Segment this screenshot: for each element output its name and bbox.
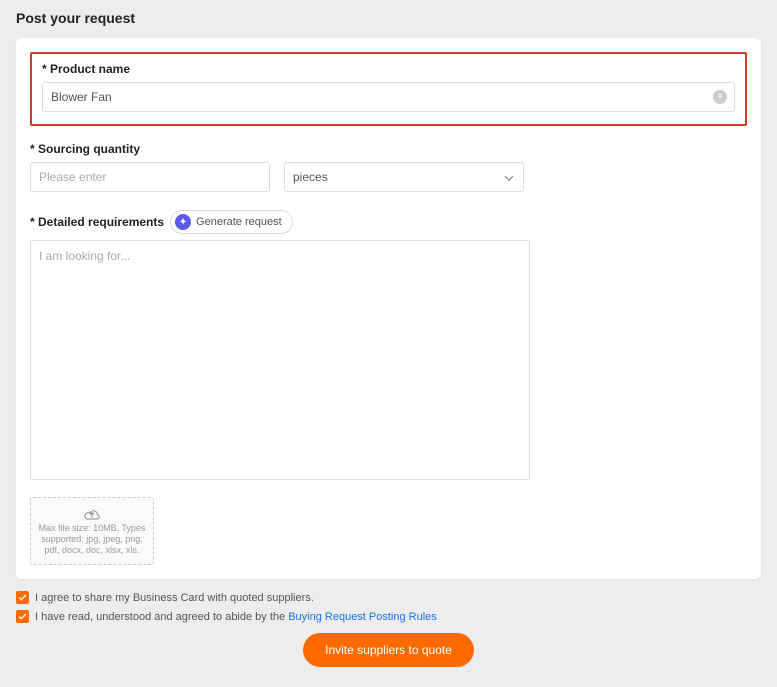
rules-checkbox[interactable] [16,610,29,623]
cloud-upload-icon [83,506,101,520]
rules-link[interactable]: Buying Request Posting Rules [288,611,437,623]
generate-request-button[interactable]: ✦ Generate request [170,210,293,234]
generate-request-label: Generate request [196,216,282,228]
clear-icon[interactable]: × [713,90,727,104]
product-name-input[interactable] [42,82,735,112]
share-card-row: I agree to share my Business Card with q… [16,591,761,604]
requirements-textarea[interactable] [30,240,530,480]
requirements-label-row: * Detailed requirements ✦ Generate reque… [30,210,747,234]
page-title: Post your request [16,10,761,26]
sourcing-quantity-label: * Sourcing quantity [30,142,747,156]
agreements-section: I agree to share my Business Card with q… [16,591,761,623]
request-card: * Product name × * Sourcing quantity pie… [16,38,761,579]
requirements-label: * Detailed requirements [30,215,164,229]
invite-suppliers-button[interactable]: Invite suppliers to quote [303,633,474,667]
sourcing-unit-select[interactable]: pieces [284,162,524,192]
upload-hint: Max file size: 10MB. Types supported: jp… [37,523,147,555]
product-name-section: * Product name × [30,52,747,126]
share-card-label: I agree to share my Business Card with q… [35,592,314,604]
sourcing-row: pieces [30,162,747,192]
sparkle-icon: ✦ [175,214,191,230]
sourcing-quantity-input[interactable] [30,162,270,192]
product-name-label: * Product name [42,62,735,76]
upload-box[interactable]: Max file size: 10MB. Types supported: jp… [30,497,154,565]
share-card-checkbox[interactable] [16,591,29,604]
rules-row: I have read, understood and agreed to ab… [16,610,761,623]
rules-prefix: I have read, understood and agreed to ab… [35,611,288,623]
